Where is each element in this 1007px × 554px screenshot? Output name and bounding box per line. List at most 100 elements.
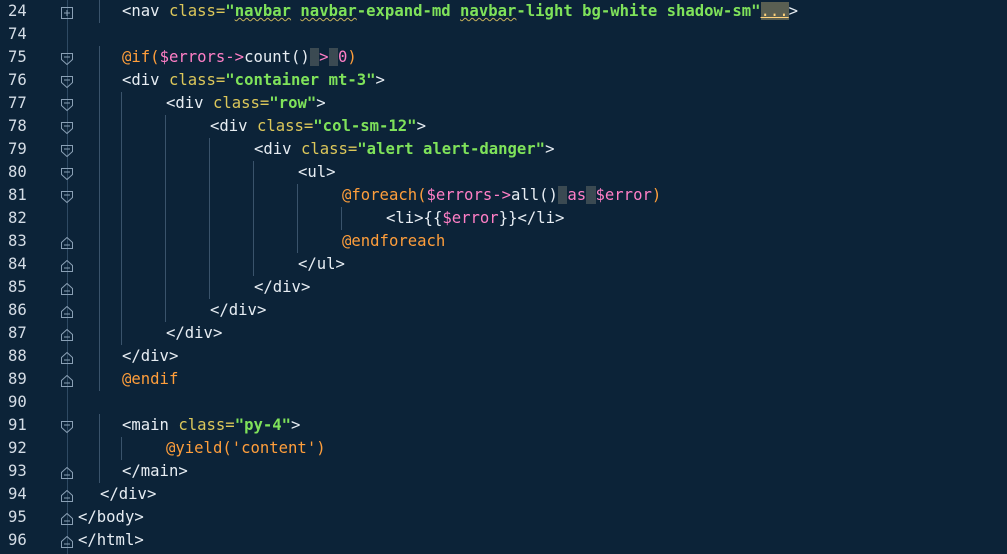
code-text[interactable]: <div class="alert alert-danger">: [254, 138, 554, 161]
indent-guide: [209, 253, 210, 276]
folded-ellipsis[interactable]: ...: [760, 2, 789, 20]
indent-guide: [165, 253, 166, 276]
indent-guide: [165, 184, 166, 207]
code-line[interactable]: 81 @foreach($errors->all() as $error): [0, 184, 1007, 207]
indent-guide: [297, 184, 298, 207]
indent-guide: [121, 253, 122, 276]
code-line[interactable]: 88 </div>: [0, 345, 1007, 368]
code-text[interactable]: <div class="container mt-3">: [122, 69, 385, 92]
code-text[interactable]: </div>: [166, 322, 222, 345]
indent-guide: [99, 207, 100, 230]
indent-guide: [209, 276, 210, 299]
indent-guide: [165, 138, 166, 161]
code-line[interactable]: 92 @yield('content'): [0, 437, 1007, 460]
line-number: 76: [8, 71, 27, 89]
code-token: "container mt-3": [225, 71, 376, 89]
code-line[interactable]: 96 </html>: [0, 529, 1007, 552]
code-line[interactable]: 77 <div class="row">: [0, 92, 1007, 115]
indent-guide: [99, 299, 100, 322]
code-line[interactable]: 84 </ul>: [0, 253, 1007, 276]
code-text[interactable]: </div>: [122, 345, 178, 368]
code-token: class=: [300, 140, 358, 158]
code-line[interactable]: 75 @if($errors->count() > 0): [0, 46, 1007, 69]
line-number: 74: [8, 25, 27, 43]
code-text[interactable]: </div>: [100, 483, 156, 506]
line-number: 86: [8, 301, 27, 319]
code-token: <div: [254, 140, 301, 158]
code-text[interactable]: </body>: [78, 506, 144, 529]
fold-collapse-icon[interactable]: [61, 74, 73, 89]
code-line[interactable]: 86 </div>: [0, 299, 1007, 322]
code-line[interactable]: 74: [0, 23, 1007, 46]
indent-guide: [121, 276, 122, 299]
code-token: class=: [168, 71, 226, 89]
code-text[interactable]: <ul>: [298, 161, 336, 184]
code-line[interactable]: 82 <li>{{$error}}</li>: [0, 207, 1007, 230]
code-token: <main: [122, 416, 179, 434]
code-text[interactable]: </main>: [122, 460, 188, 483]
code-token: @endif: [122, 370, 179, 388]
fold-collapse-icon[interactable]: [61, 97, 73, 112]
indent-guide: [121, 184, 122, 207]
code-token: "col-sm-12": [313, 117, 417, 135]
line-number: 24: [8, 2, 27, 20]
code-text[interactable]: @endif: [122, 368, 178, 391]
code-line[interactable]: 85 </div>: [0, 276, 1007, 299]
fold-collapse-icon[interactable]: [61, 166, 73, 181]
code-token: class=: [168, 2, 226, 20]
code-line[interactable]: 90: [0, 391, 1007, 414]
code-line[interactable]: 87 </div>: [0, 322, 1007, 345]
code-text[interactable]: <main class="py-4">: [122, 414, 300, 437]
code-line[interactable]: 83 @endforeach: [0, 230, 1007, 253]
code-text[interactable]: <nav class="navbar navbar-expand-md navb…: [122, 0, 798, 23]
line-number: 87: [8, 324, 27, 342]
fold-collapse-icon[interactable]: [61, 419, 73, 434]
code-line[interactable]: 24 <nav class="navbar navbar-expand-md na…: [0, 0, 1007, 23]
code-text[interactable]: </div>: [210, 299, 266, 322]
fold-collapse-icon[interactable]: [61, 51, 73, 66]
indent-guide: [99, 253, 100, 276]
code-token: [557, 186, 568, 204]
indent-guide: [209, 184, 210, 207]
code-line[interactable]: 95 </body>: [0, 506, 1007, 529]
code-line[interactable]: 80 <ul>: [0, 161, 1007, 184]
code-token: </div>: [122, 347, 179, 365]
code-line[interactable]: 89 @endif: [0, 368, 1007, 391]
indent-guide: [209, 230, 210, 253]
code-token: </html>: [78, 531, 144, 549]
fold-collapse-icon[interactable]: [61, 189, 73, 204]
code-token: $error: [442, 209, 499, 227]
indent-guide: [121, 299, 122, 322]
fold-collapse-icon[interactable]: [61, 143, 73, 158]
code-text[interactable]: </div>: [254, 276, 310, 299]
code-token: all(): [511, 186, 558, 204]
indent-guide: [99, 368, 100, 391]
code-text[interactable]: @yield('content'): [166, 437, 326, 460]
fold-expand-icon[interactable]: [61, 5, 73, 19]
line-number: 77: [8, 94, 27, 112]
code-text[interactable]: @if($errors->count() > 0): [122, 46, 357, 69]
indent-guide: [253, 161, 254, 184]
code-line[interactable]: 79 <div class="alert alert-danger">: [0, 138, 1007, 161]
fold-collapse-icon[interactable]: [61, 120, 73, 135]
code-line[interactable]: 93 </main>: [0, 460, 1007, 483]
code-text[interactable]: </ul>: [298, 253, 345, 276]
code-line[interactable]: 91 <main class="py-4">: [0, 414, 1007, 437]
code-token: @endforeach: [342, 232, 446, 250]
indent-guide: [99, 437, 100, 460]
code-text[interactable]: <li>{{$error}}</li>: [386, 207, 564, 230]
code-text[interactable]: @foreach($errors->all() as $error): [342, 184, 661, 207]
fold-end-icon: [61, 304, 73, 318]
indent-guide: [99, 138, 100, 161]
code-editor[interactable]: 24 <nav class="navbar navbar-expand-md na…: [0, 0, 1007, 554]
line-number: 92: [8, 439, 27, 457]
code-text[interactable]: </html>: [78, 529, 144, 552]
code-text[interactable]: <div class="col-sm-12">: [210, 115, 426, 138]
code-text[interactable]: <div class="row">: [166, 92, 326, 115]
code-token: 'content': [231, 439, 317, 457]
code-line[interactable]: 78 <div class="col-sm-12">: [0, 115, 1007, 138]
code-token: @yield(: [166, 439, 232, 457]
code-line[interactable]: 76 <div class="container mt-3">: [0, 69, 1007, 92]
code-text[interactable]: @endforeach: [342, 230, 445, 253]
code-line[interactable]: 94 </div>: [0, 483, 1007, 506]
